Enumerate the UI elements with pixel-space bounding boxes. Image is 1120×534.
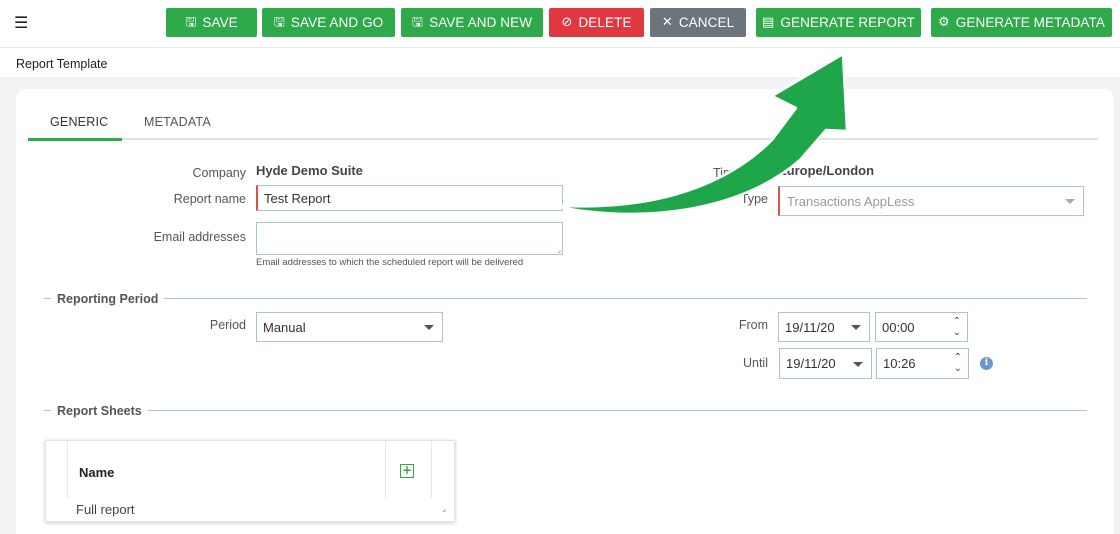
timezone-value: Europe/London: [778, 163, 875, 178]
email-addresses-textarea[interactable]: ⌟: [256, 222, 563, 255]
until-label: Until: [742, 356, 768, 370]
breadcrumb-bar: Report Template: [0, 47, 1120, 77]
save-and-new-button[interactable]: 🖫 SAVE AND NEW: [401, 8, 543, 37]
generate-report-button[interactable]: ▤ GENERATE REPORT: [756, 8, 921, 37]
floppy-disk-icon: 🖫: [411, 15, 424, 30]
generate-metadata-button[interactable]: ⚙ GENERATE METADATA: [931, 8, 1112, 37]
from-date-select[interactable]: 19/11/20: [778, 312, 870, 342]
email-addresses-label: Email addresses: [153, 230, 246, 244]
close-icon: ✕: [661, 15, 673, 30]
until-date-select[interactable]: 19/11/20: [779, 348, 872, 379]
gear-icon: ⚙: [938, 15, 950, 30]
type-select-value: Transactions AppLess: [787, 193, 915, 209]
tab-generic[interactable]: GENERIC: [50, 115, 108, 129]
time-spinner-icon[interactable]: ⌃ ⌄: [953, 316, 961, 338]
until-time-input[interactable]: 10:26 ⌃ ⌄: [876, 348, 969, 379]
tab-bar: GENERIC METADATA: [28, 106, 1098, 141]
from-time-input[interactable]: 00:00 ⌃ ⌄: [875, 312, 968, 342]
period-label: Period: [209, 318, 246, 332]
breadcrumb: Report Template: [16, 57, 108, 71]
delete-button[interactable]: ⊘ DELETE: [549, 8, 644, 37]
report-sheets-divider: [44, 410, 1087, 411]
report-name-label: Report name: [173, 192, 246, 206]
reporting-period-title: Reporting Period: [51, 292, 165, 306]
add-sheet-icon[interactable]: +: [400, 464, 414, 478]
type-label: Type: [740, 192, 768, 206]
ban-icon: ⊘: [561, 15, 573, 30]
column-header-name[interactable]: Name: [79, 465, 114, 480]
resize-handle-icon[interactable]: ⌟: [442, 504, 446, 513]
active-tab-indicator: [28, 138, 122, 141]
reporting-period-divider: [44, 298, 1087, 299]
table-row[interactable]: Full report: [76, 502, 135, 517]
company-label: Company: [192, 166, 247, 180]
email-help-text: Email addresses to which the scheduled r…: [256, 257, 524, 268]
report-sheets-title: Report Sheets: [51, 404, 148, 418]
document-icon: ▤: [762, 15, 775, 30]
floppy-disk-icon: 🖫: [185, 15, 197, 30]
top-toolbar: ☰ 🖫 SAVE 🖫 SAVE AND GO 🖫 SAVE AND NEW ⊘ …: [0, 0, 1120, 47]
from-label: From: [738, 318, 768, 332]
chevron-down-icon: [1065, 199, 1075, 204]
save-and-go-button[interactable]: 🖫 SAVE AND GO: [262, 8, 395, 37]
tab-metadata[interactable]: METADATA: [144, 115, 211, 129]
chevron-down-icon: [853, 361, 863, 367]
timezone-label: Time: [713, 166, 741, 180]
menu-icon[interactable]: ☰: [14, 13, 28, 32]
save-button[interactable]: 🖫 SAVE: [166, 8, 257, 37]
report-name-value: Test Report: [264, 190, 331, 206]
type-select[interactable]: Transactions AppLess: [778, 186, 1084, 216]
company-value: Hyde Demo Suite: [256, 163, 363, 178]
chevron-down-icon: [851, 325, 861, 330]
cancel-button[interactable]: ✕ CANCEL: [650, 8, 746, 37]
period-select[interactable]: Manual: [256, 312, 443, 342]
info-icon[interactable]: i: [980, 357, 993, 370]
period-select-value: Manual: [263, 319, 306, 335]
report-sheets-table: Name + Full report ⌟: [45, 440, 455, 522]
report-name-input[interactable]: Test Report: [256, 185, 563, 211]
time-spinner-icon[interactable]: ⌃ ⌄: [954, 352, 962, 374]
resize-handle-icon[interactable]: ⌟: [557, 245, 561, 254]
chevron-down-icon: [424, 325, 434, 330]
floppy-disk-icon: 🖫: [273, 15, 285, 30]
